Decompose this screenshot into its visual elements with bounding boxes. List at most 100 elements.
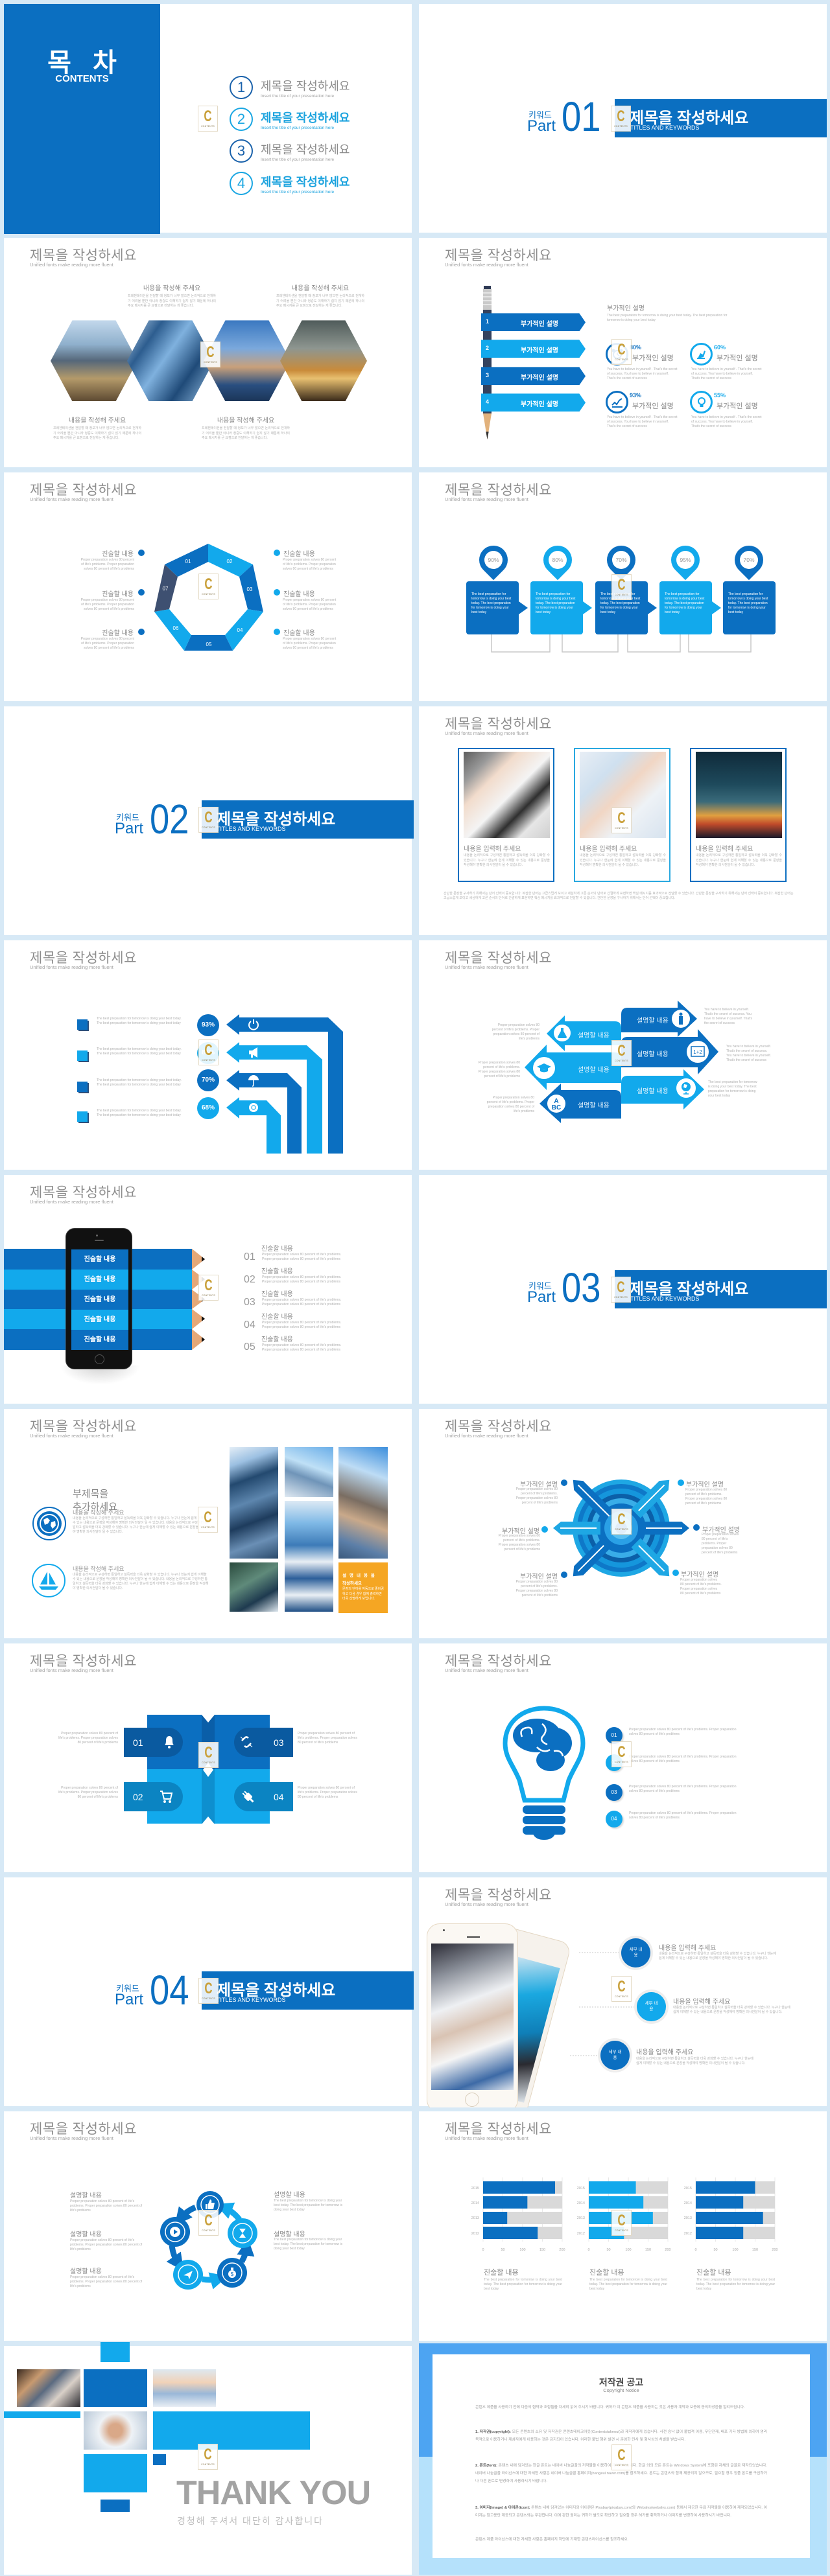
slide-copyright-notice[interactable]: 저작권 공고 Copyright Notice 콘텐츠 제품을 사용하기 전에 … (415, 2341, 830, 2576)
point-body: Proper preparation solves 80 percent of … (80, 636, 134, 650)
slide-quad-cross[interactable]: 제목을 작성하세요 Unified fonts make reading mor… (0, 1639, 415, 1874)
slide-section-part-04[interactable]: 키워드 Part 04 제목을 작성하세요 TITLES AND KEYWORD… (0, 1873, 415, 2108)
slide-subtitle: Unified fonts make reading more fluent (30, 262, 113, 268)
slide-split-arrows[interactable]: 제목을 작성하세요 Unified fonts make reading mor… (415, 936, 830, 1171)
brand-logo: C CONTENTS (611, 1741, 632, 1767)
slide-contents[interactable]: 목 차 CONTENTS C CONTENTS 1 제목을 작성하세요 Inser… (0, 0, 415, 235)
chart-tick-label: 50 (501, 2248, 504, 2252)
cycle-body: Proper preparation solves 80 percent of … (70, 2238, 143, 2252)
screen-item: 진술할 내용 (71, 1249, 128, 1270)
slide-section-part-03[interactable]: 키워드 Part 03 제목을 작성하세요 TITLES AND KEYWORD… (415, 1170, 830, 1406)
notice-intro: 콘텐츠 제품을 사용하기 전에 다음의 협약과 조항들을 자세히 읽어 주시기 … (475, 2405, 745, 2409)
deco-square (84, 2369, 147, 2407)
chart-bar[interactable] (483, 2227, 538, 2240)
arrow-body: Proper preparation solves 80 percent of … (492, 1023, 540, 1041)
chart-bar[interactable] (696, 2212, 763, 2225)
point-body: Proper preparation solves 80 percent of … (516, 1487, 558, 1505)
photo-card[interactable]: 내용을 입력해 주세요 내용을 논리적으로 구성하면 통일하고 설득력을 더욱 … (458, 748, 554, 883)
section-label: 2. 폰트(font): (475, 2463, 497, 2468)
bullet-dot (138, 588, 145, 596)
subheading-line-1: 부제목을 (73, 1489, 109, 1500)
chart-tick-label: 0 (587, 2248, 589, 2252)
point-label: 진술할 내용 (283, 629, 315, 637)
step-box: The best preparation for tomorrow is doi… (723, 581, 776, 634)
segment-label: 04 (237, 627, 243, 633)
chart-bar[interactable] (589, 2181, 636, 2194)
chart-tick-label: 200 (559, 2248, 565, 2252)
logo-caption: CONTENTS (615, 358, 628, 362)
point-body: Proper preparation solves 80 percent of … (685, 1488, 728, 1506)
block-heading: 내용을 작성해 주세요 (143, 285, 201, 293)
toc-item-3[interactable]: 3 제목을 작성하세요 Insert the title of your pre… (230, 139, 385, 165)
slide-section-part-02[interactable]: 키워드 Part 02 제목을 작성하세요 TITLES AND KEYWORD… (0, 702, 415, 937)
row-body: The best preparation for tomorrow is doi… (97, 1078, 182, 1087)
toc-number-badge: 1 (230, 76, 253, 99)
chart-tick-label: 200 (772, 2248, 777, 2252)
bullet-dot (138, 628, 145, 635)
bullet-dot (274, 628, 280, 635)
slide-hexagon-photos[interactable]: 제목을 작성하세요 Unified fonts make reading mor… (0, 234, 415, 469)
slide-pin-steps[interactable]: 제목을 작성하세요 Unified fonts make reading mor… (415, 468, 830, 703)
logo-letter: C (617, 809, 626, 828)
chart-bar[interactable] (696, 2181, 755, 2194)
chart-bar[interactable] (696, 2227, 744, 2240)
segment-label: 02 (227, 559, 233, 564)
detail-badge: 세부 내용 (637, 1991, 666, 2021)
slide-target[interactable]: 제목을 작성하세요 Unified fonts make reading mor… (415, 1405, 830, 1640)
slide-subtitle-buildings[interactable]: 제목을 작성하세요 Unified fonts make reading mor… (0, 1405, 415, 1640)
section-subtitle: TITLES AND KEYWORDS (217, 1996, 286, 2003)
toc-item-1[interactable]: 1 제목을 작성하세요 Insert the title of your pre… (230, 76, 385, 102)
toc-number-badge: 4 (230, 172, 253, 195)
slide-cycle[interactable]: 제목을 작성하세요 Unified fonts make reading mor… (0, 2107, 415, 2342)
point-body: Proper preparation solves 80 percent of … (80, 598, 134, 611)
toc-number-badge: 3 (230, 139, 253, 163)
photo-card[interactable]: 내용을 입력해 주세요 내용을 논리적으로 구성하면 통일하고 설득력을 더욱 … (690, 748, 787, 883)
slide-phone-stripes[interactable]: 제목을 작성하세요 Unified fonts make reading mor… (0, 1170, 415, 1406)
item-body: Proper preparation solves 80 percent of … (629, 1784, 737, 1793)
stat-label: 부가적인 설명 (717, 354, 758, 363)
brand-logo: C CONTENTS (611, 1040, 632, 1067)
team-thumbs-up-photo (153, 2369, 216, 2407)
stat-label: 부가적인 설명 (717, 402, 758, 411)
chart-bar[interactable] (483, 2196, 528, 2209)
slide-photo-cards[interactable]: 제목을 작성하세요 Unified fonts make reading mor… (415, 702, 830, 937)
brand-logo: C CONTENTS (198, 807, 219, 833)
ribbon-number: 3 (486, 372, 490, 379)
content-block: 내용을 작성해 주세요 프레젠테이션을 전달할 때 정보가 너무 많으면 논리적… (128, 283, 216, 309)
ribbon-item-1: 1 부가적인 설명 (481, 313, 586, 332)
section-subtitle: TITLES AND KEYWORDS (217, 826, 286, 833)
content-block: 내용을 작성해 주세요 프레젠테이션을 전달할 때 정보가 너무 많으면 논리적… (202, 415, 290, 441)
chess-photo (464, 752, 550, 839)
callout-body: 문장의 단어를 자동으로 줄바꿈하고 다음 경우 함께 출력하면 더욱 선명하게… (342, 1587, 384, 1601)
row-marker (77, 1019, 88, 1030)
arrow-label: 설명할 내용 (637, 1088, 669, 1096)
point-body: Proper preparation solves 80 percent of … (680, 1578, 722, 1596)
ribbon-number: 2 (486, 345, 490, 352)
cycle-label: 설명할 내용 (274, 2192, 305, 2199)
phone-home-button (95, 1354, 104, 1364)
number-badge: 04 (606, 1810, 622, 1828)
toc-item-4[interactable]: 4 제목을 작성하세요 Insert the title of your pre… (230, 172, 385, 198)
item-body: 내용을 논리적으로 구성하면 통일하고 설득력을 더욱 강화할 수 있습니다. … (659, 1951, 776, 1960)
chart-bar[interactable] (483, 2212, 508, 2225)
block-body: 내용을 논리적으로 구성하면 통일하고 설득력을 더욱 강화할 수 있습니다. … (73, 1516, 209, 1535)
point-body: Proper preparation solves 80 percent of … (516, 1580, 558, 1598)
slide-bent-arrows[interactable]: 제목을 작성하세요 Unified fonts make reading mor… (0, 936, 415, 1171)
list-number: 04 (244, 1319, 255, 1330)
bullet-dot (274, 588, 280, 596)
segment-04[interactable] (225, 609, 263, 651)
slide-section-part-01[interactable]: 키워드 Part 01 제목을 작성하세요 TITLES AND KEYWORD… (415, 0, 830, 235)
slide-lightbulb[interactable]: 제목을 작성하세요 Unified fonts make reading mor… (415, 1639, 830, 1874)
toc-item-2[interactable]: 2 제목을 작성하세요 Insert the title of your pre… (230, 108, 385, 133)
slide-heptagon[interactable]: 제목을 작성하세요 Unified fonts make reading mor… (0, 468, 415, 703)
slide-thank-you[interactable]: THANK YOU 경청해 주셔서 대단히 감사합니다 C CONTENTS (0, 2341, 415, 2576)
chart-category-label: 2012 (577, 2232, 585, 2236)
slide-pencil-list[interactable]: 제목을 작성하세요 Unified fonts make reading mor… (415, 234, 830, 469)
arrow-label: 설명할 내용 (637, 1017, 669, 1025)
chart-bar[interactable] (483, 2181, 556, 2194)
slide-phone-mockup[interactable]: 제목을 작성하세요 Unified fonts make reading mor… (415, 1873, 830, 2108)
chart-bar[interactable] (589, 2196, 644, 2209)
chart-bar[interactable] (696, 2196, 744, 2209)
slide-bar-charts[interactable]: 제목을 작성하세요 Unified fonts make reading mor… (415, 2107, 830, 2342)
logo-caption: CONTENTS (204, 361, 217, 364)
